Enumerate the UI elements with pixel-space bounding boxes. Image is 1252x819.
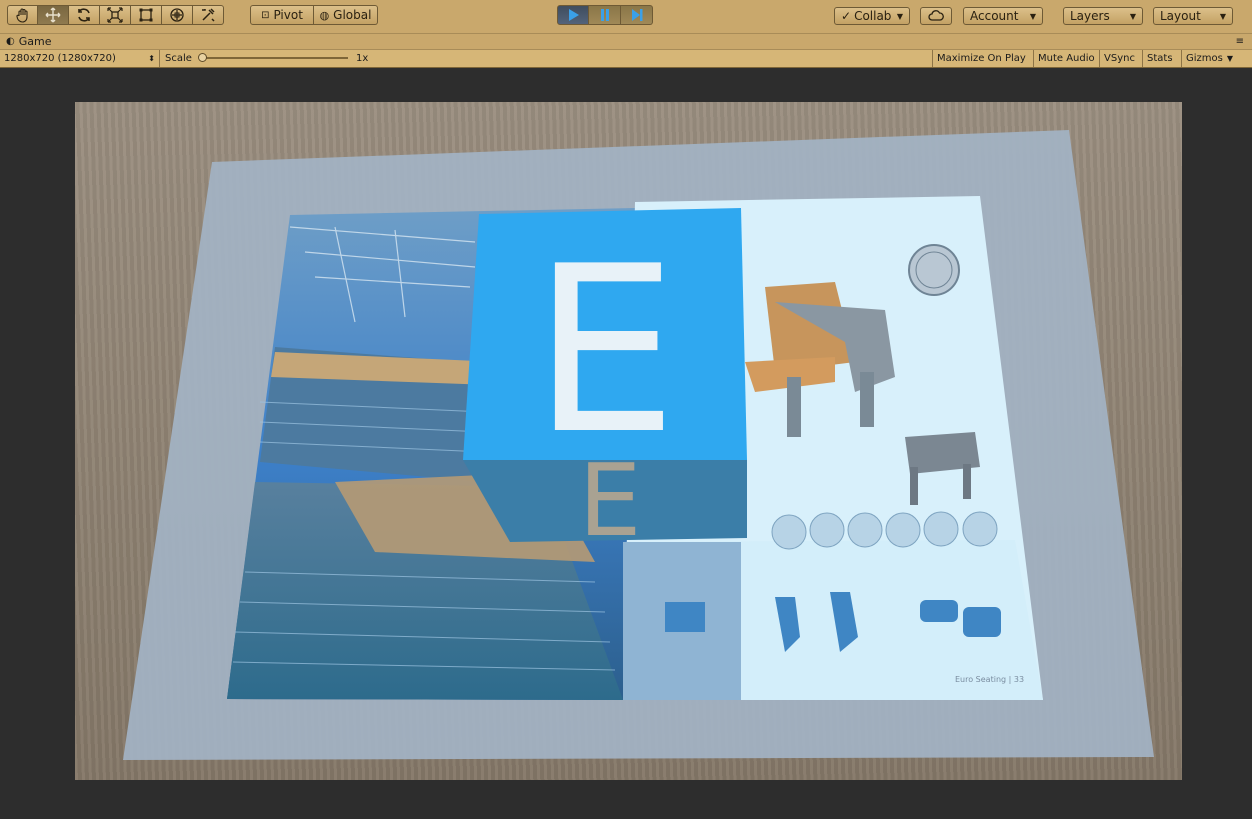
vsync-toggle[interactable]: VSync <box>1100 50 1143 67</box>
chevron-down-icon: ▼ <box>896 11 903 21</box>
globe-icon: ◍ <box>319 8 330 22</box>
layers-label: Layers <box>1070 9 1110 23</box>
account-label: Account <box>970 9 1019 23</box>
pause-button[interactable] <box>589 5 621 25</box>
cloud-icon <box>928 10 944 21</box>
layers-dropdown[interactable]: Layers ▼ <box>1063 7 1143 25</box>
game-tab-label: Game <box>18 35 52 48</box>
chevron-down-icon: ▼ <box>1129 11 1136 21</box>
scale-label: Scale <box>165 53 192 64</box>
resolution-dropdown[interactable]: 1280x720 (1280x720) ⬍ <box>0 50 160 67</box>
chevron-down-icon: ▼ <box>1029 11 1036 21</box>
custom-tool-button[interactable] <box>193 5 224 25</box>
main-toolbar: ⊡ Pivot ◍ Global ✓ Collab ▼ Account ▼ La… <box>0 0 1252 33</box>
stats-toggle[interactable]: Stats <box>1143 50 1182 67</box>
catalogue-footer: Euro Seating | 33 <box>955 675 1024 684</box>
global-toggle-button[interactable]: ◍ Global <box>314 5 378 25</box>
collab-check-icon: ✓ <box>841 9 852 23</box>
chevron-down-icon: ▼ <box>1226 54 1234 63</box>
collab-dropdown[interactable]: ✓ Collab ▼ <box>834 7 910 25</box>
rect-transform-icon <box>139 8 153 22</box>
gizmos-label: Gizmos <box>1186 53 1223 64</box>
game-controller-icon: ◐ <box>6 36 15 47</box>
gizmos-dropdown[interactable]: Gizmos ▼ <box>1182 50 1252 67</box>
rotate-icon <box>78 8 90 22</box>
global-label: Global <box>333 8 372 22</box>
account-dropdown[interactable]: Account ▼ <box>963 7 1043 25</box>
custom-tools-icon <box>202 8 215 22</box>
play-button[interactable] <box>557 5 589 25</box>
game-view-controls: 1280x720 (1280x720) ⬍ Scale 1x Maximize … <box>0 49 1252 68</box>
scale-value: 1x <box>356 53 369 64</box>
mute-audio-toggle[interactable]: Mute Audio <box>1034 50 1100 67</box>
rect-tool-button[interactable] <box>131 5 162 25</box>
scale-slider-handle[interactable] <box>198 53 207 62</box>
updown-icon: ⬍ <box>148 54 155 63</box>
pivot-label: Pivot <box>273 8 303 22</box>
scale-slider-track[interactable] <box>200 57 348 59</box>
step-forward-icon <box>631 9 642 21</box>
collab-label: Collab <box>854 9 892 23</box>
rotate-tool-button[interactable] <box>69 5 100 25</box>
pause-icon <box>600 9 609 21</box>
scale-tool-button[interactable] <box>100 5 131 25</box>
hand-tool-button[interactable] <box>7 5 38 25</box>
badge-icon <box>908 244 960 296</box>
game-viewport[interactable]: Euro Seating | 33 E E <box>75 102 1182 780</box>
play-icon <box>569 9 579 21</box>
hand-icon <box>15 8 28 23</box>
play-controls-group <box>557 5 653 25</box>
pivot-group: ⊡ Pivot ◍ Global <box>250 5 378 25</box>
cloud-button[interactable] <box>920 7 952 25</box>
transform-tools-group <box>7 5 224 25</box>
game-tab-header: ◐ Game ≡ <box>0 33 1252 49</box>
scale-icon <box>107 7 123 23</box>
maximize-on-play-toggle[interactable]: Maximize On Play <box>932 50 1034 67</box>
move-arrows-icon <box>45 7 61 23</box>
transform-tool-button[interactable] <box>162 5 193 25</box>
chevron-down-icon: ▼ <box>1219 11 1226 21</box>
layout-dropdown[interactable]: Layout ▼ <box>1153 7 1233 25</box>
tab-options-icon[interactable]: ≡ <box>1236 36 1244 47</box>
move-tool-button[interactable] <box>38 5 69 25</box>
pivot-toggle-button[interactable]: ⊡ Pivot <box>250 5 314 25</box>
resolution-label: 1280x720 (1280x720) <box>4 53 116 64</box>
cube-letter-reflection: E <box>578 442 641 559</box>
tab-game[interactable]: ◐ Game <box>6 35 51 48</box>
ar-scene: Euro Seating | 33 E E <box>123 130 1154 760</box>
step-button[interactable] <box>621 5 653 25</box>
ar-cube: E E <box>463 208 747 559</box>
pivot-icon: ⊡ <box>261 9 270 21</box>
layout-label: Layout <box>1160 9 1201 23</box>
transform-icon <box>170 8 184 22</box>
